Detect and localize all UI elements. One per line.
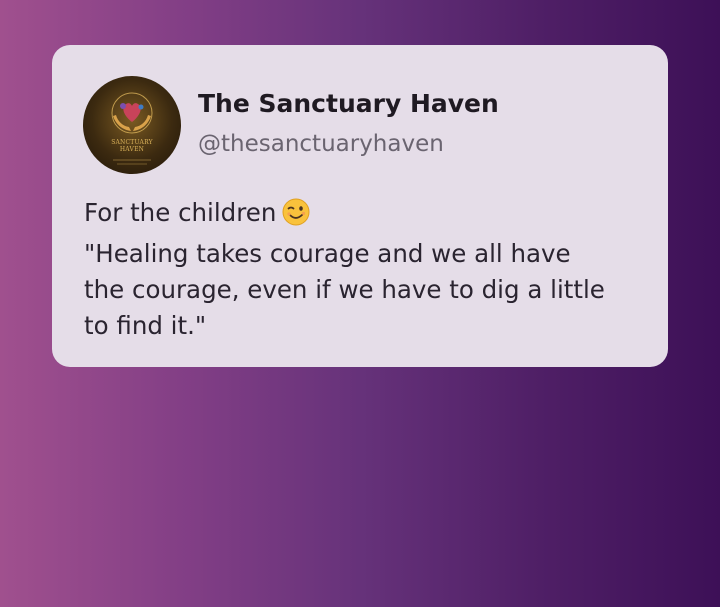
post-line-4: to find it.": [84, 311, 207, 340]
post-line-1-text: For the children: [84, 198, 277, 227]
author-name[interactable]: The Sanctuary Haven: [198, 89, 499, 118]
avatar-logo-subtext: HAVEN: [119, 146, 145, 153]
author-handle[interactable]: @thesanctuaryhaven: [198, 131, 444, 157]
avatar-logo-text: SANCTUARY: [111, 139, 153, 146]
avatar[interactable]: SANCTUARY HAVEN: [83, 76, 181, 174]
hands-heart-logo-icon: [111, 92, 153, 165]
post-line-1: For the children: [84, 195, 644, 236]
post-card: SANCTUARY HAVEN The Sanctuary Haven @the…: [52, 45, 668, 367]
post-line-3: the courage, even if we have to dig a li…: [84, 275, 605, 304]
post-text: For the children "Healing takes courage …: [84, 195, 644, 344]
post-line-2: "Healing takes courage and we all have: [84, 239, 571, 268]
winking-face-emoji-icon: [282, 198, 310, 236]
